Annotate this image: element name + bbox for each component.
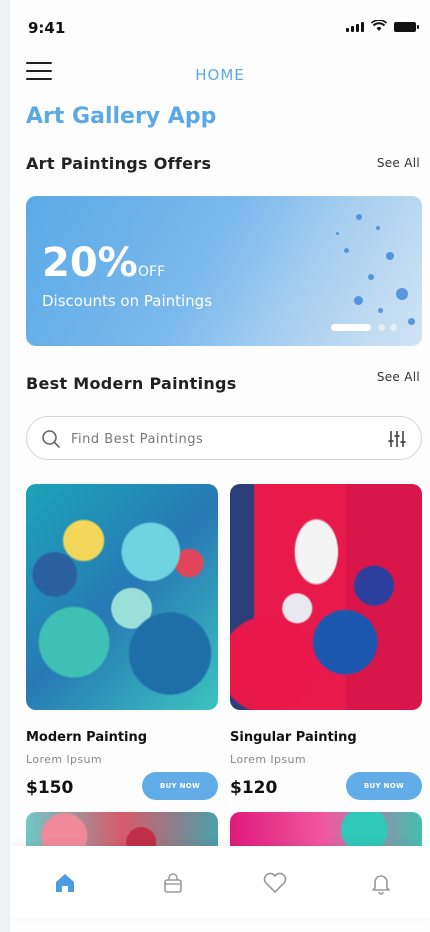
buy-now-button[interactable]: BUY NOW	[346, 772, 422, 800]
carousel-indicator[interactable]	[378, 324, 385, 331]
phone-screen: 9:41 HOME Art Gallery App Art Paintings …	[10, 0, 430, 932]
filter-icon[interactable]	[387, 429, 407, 449]
buy-now-button[interactable]: BUY NOW	[142, 772, 218, 800]
page-title: HOME	[195, 66, 245, 84]
banner-off-label: OFF	[138, 264, 166, 280]
painting-image[interactable]	[26, 484, 218, 710]
modern-section-title: Best Modern Paintings	[26, 374, 237, 393]
painting-image[interactable]	[230, 484, 422, 710]
offers-section-title: Art Paintings Offers	[26, 154, 212, 173]
wifi-icon	[371, 20, 387, 31]
banner-percent: 20%	[42, 240, 138, 286]
heart-icon[interactable]	[260, 868, 290, 898]
app-title: Art Gallery App	[26, 104, 217, 129]
home-icon[interactable]	[50, 868, 80, 898]
carousel-indicator[interactable]	[390, 324, 397, 331]
carousel-indicator-active[interactable]	[331, 324, 371, 331]
banner-discount-text: Discounts on Paintings	[42, 292, 213, 310]
offers-see-all-link[interactable]: See All	[377, 156, 420, 170]
status-bar: 9:41	[28, 18, 419, 38]
search-input[interactable]	[71, 427, 371, 451]
painting-subtitle: Lorem Ipsum	[230, 753, 306, 766]
painting-name: Modern Painting	[26, 730, 148, 745]
painting-price: $150	[26, 778, 74, 798]
signal-icon	[346, 22, 364, 32]
battery-icon	[394, 22, 419, 32]
painting-subtitle: Lorem Ipsum	[26, 753, 102, 766]
offer-banner[interactable]: 20% OFF Discounts on Paintings	[26, 196, 422, 346]
bell-icon[interactable]	[366, 868, 396, 898]
painting-card[interactable]: Singular Painting Lorem Ipsum $120 BUY N…	[230, 484, 422, 800]
modern-see-all-link[interactable]: See All	[377, 370, 420, 384]
search-icon	[42, 430, 60, 448]
status-icons	[346, 20, 419, 32]
bottom-navigation	[10, 846, 430, 918]
status-time: 9:41	[28, 19, 66, 37]
search-bar	[26, 416, 422, 460]
painting-name: Singular Painting	[230, 730, 357, 745]
painting-price: $120	[230, 778, 278, 798]
bag-icon[interactable]	[158, 868, 188, 898]
painting-card[interactable]: Modern Painting Lorem Ipsum $150 BUY NOW	[26, 484, 218, 800]
